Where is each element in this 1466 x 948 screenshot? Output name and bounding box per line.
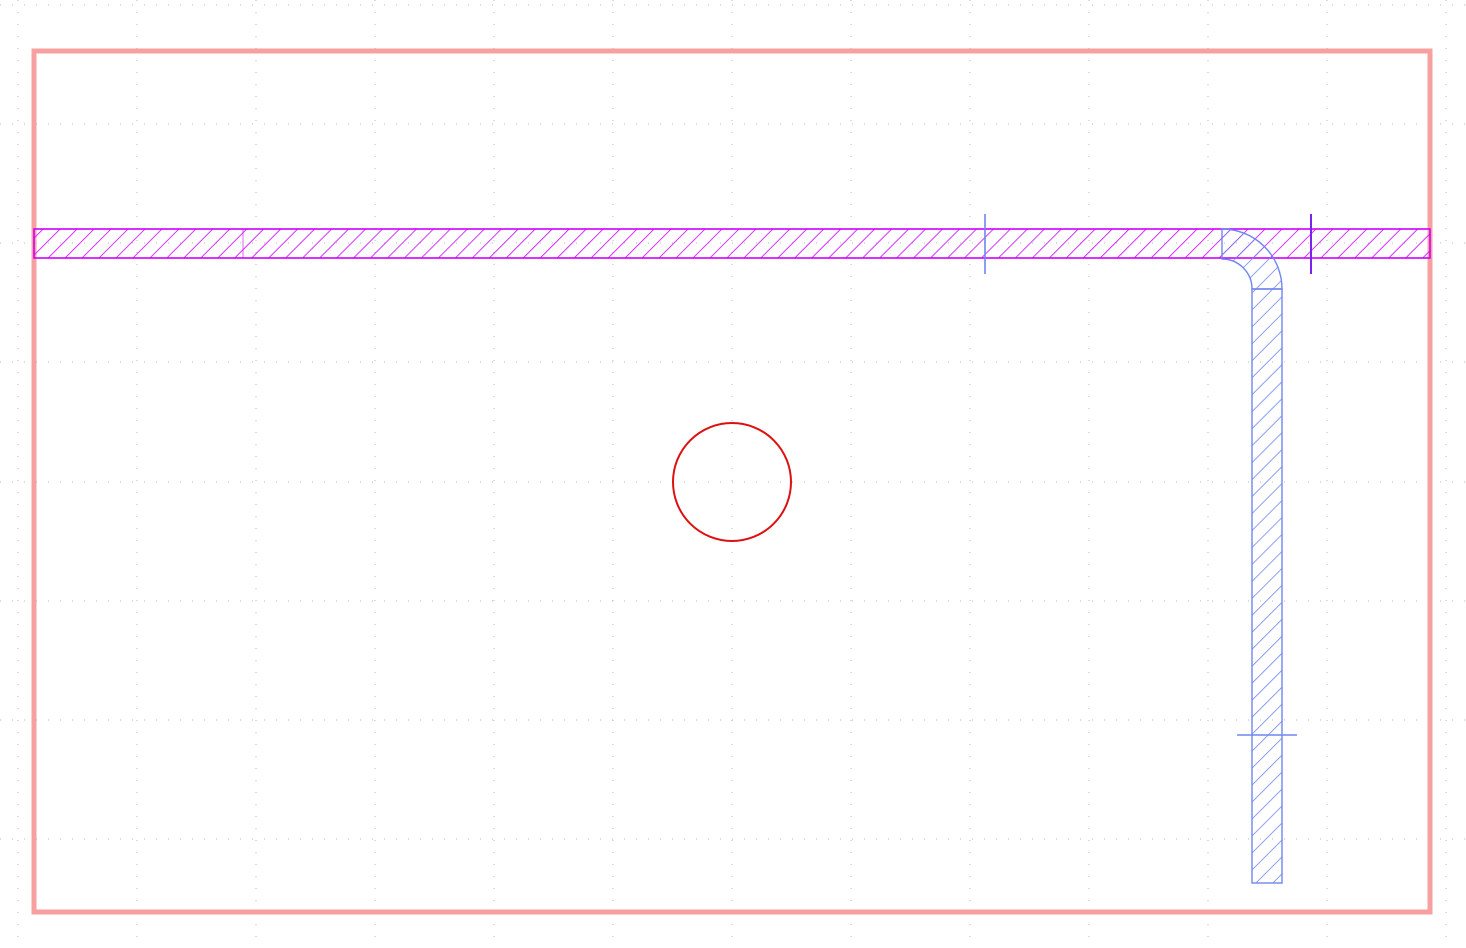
grid [0, 0, 1466, 948]
blue-track-vertical[interactable] [1251, 288, 1283, 884]
magenta-track[interactable] [33, 228, 1431, 259]
drawing-canvas[interactable] [0, 0, 1466, 948]
canvas-background [0, 0, 1466, 948]
